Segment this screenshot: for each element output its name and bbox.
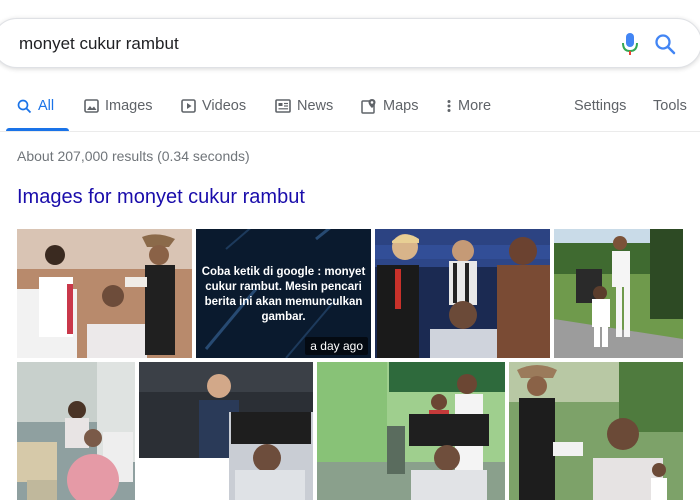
image-result-4[interactable] [554, 229, 683, 358]
image-result-8[interactable] [509, 362, 683, 500]
thumbnail-image [317, 362, 505, 500]
microphone-icon[interactable] [619, 31, 641, 57]
tab-news[interactable]: News [275, 98, 333, 114]
search-icon [17, 99, 32, 113]
tab-videos[interactable]: Videos [181, 98, 246, 114]
search-icon[interactable] [654, 33, 676, 55]
thumbnail-image [554, 229, 683, 358]
image-result-6[interactable] [139, 362, 313, 500]
tab-maps[interactable]: Maps [361, 98, 418, 114]
tab-images[interactable]: Images [84, 98, 153, 114]
map-pin-icon [361, 99, 376, 114]
settings-label: Settings [574, 98, 627, 114]
image-icon [84, 99, 99, 113]
age-badge: a day ago [305, 337, 368, 355]
tools-label: Tools [653, 98, 687, 114]
tab-images-label: Images [105, 98, 153, 114]
thumbnail-image [509, 362, 683, 500]
search-bar[interactable]: monyet cukur rambut [0, 18, 700, 68]
tab-all[interactable]: All [17, 98, 54, 114]
images-heading-link[interactable]: Images for monyet cukur rambut [17, 186, 305, 209]
newspaper-icon [275, 99, 291, 113]
thumbnail-image [375, 229, 550, 358]
thumbnail-image [139, 362, 313, 500]
tools-link[interactable]: Tools [653, 98, 687, 114]
tab-more[interactable]: More [446, 98, 491, 114]
search-tabs: All Images Videos News Maps More Setting… [0, 84, 700, 132]
thumbnail-image [17, 229, 192, 358]
image-result-2[interactable]: Coba ketik di google : monyet cukur ramb… [196, 229, 371, 358]
image-result-5[interactable] [17, 362, 135, 500]
tab-videos-label: Videos [202, 98, 247, 114]
active-tab-indicator [6, 128, 69, 131]
tab-all-label: All [38, 98, 55, 114]
result-stats: About 207,000 results (0.34 seconds) [17, 148, 250, 164]
thumbnail-caption: Coba ketik di google : monyet cukur ramb… [201, 266, 366, 323]
image-result-7[interactable] [317, 362, 505, 500]
image-result-3[interactable] [375, 229, 550, 358]
image-result-1[interactable] [17, 229, 192, 358]
thumbnail-image [17, 362, 135, 500]
more-vert-icon [447, 100, 451, 112]
tab-maps-label: Maps [383, 98, 419, 114]
tab-news-label: News [297, 98, 334, 114]
settings-link[interactable]: Settings [574, 98, 626, 114]
tab-more-label: More [458, 98, 492, 114]
play-icon [181, 99, 196, 113]
search-input[interactable]: monyet cukur rambut [19, 34, 179, 54]
